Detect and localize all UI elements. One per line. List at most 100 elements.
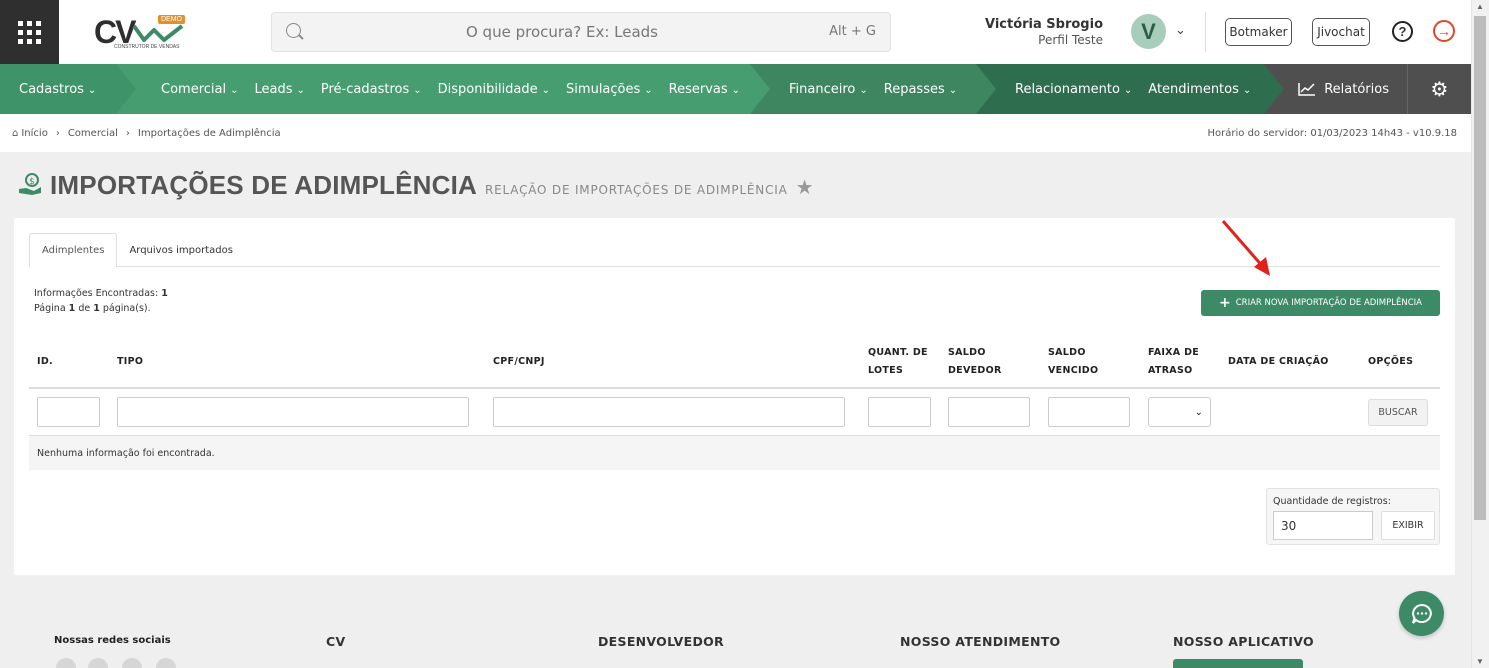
instagram-icon[interactable] xyxy=(88,658,108,668)
records-per-page-input[interactable] xyxy=(1273,511,1373,540)
breadcrumb-item-inicio[interactable]: Início xyxy=(21,128,47,139)
youtube-icon[interactable] xyxy=(156,658,176,668)
nav-item-disponibilidade[interactable]: Disponibilidade ⌄ xyxy=(430,82,558,97)
top-bar: CV DEMO CONSTRUTOR DE VENDAS Alt + G Vic… xyxy=(0,0,1471,64)
page-header: $ IMPORTAÇÕES DE ADIMPLÊNCIA RELAÇÃO DE … xyxy=(18,170,814,201)
records-per-page: Quantidade de registros: EXIBIR xyxy=(1266,488,1440,545)
app-download-button[interactable] xyxy=(1173,659,1303,668)
page-title: IMPORTAÇÕES DE ADIMPLÊNCIA xyxy=(50,170,477,200)
nav-label: Leads xyxy=(254,81,293,97)
footer-support-heading: NOSSO ATENDIMENTO xyxy=(900,634,1061,649)
server-time: Horário do servidor: 01/03/2023 14h43 - … xyxy=(1207,128,1457,139)
col-header-id: ID. xyxy=(37,356,53,367)
chevron-right-icon: › xyxy=(55,128,60,139)
chevron-down-icon: ⌄ xyxy=(644,84,653,96)
results-count: Informações Encontradas: 1 xyxy=(34,286,168,301)
col-header-faixa-atraso: FAIXA DE ATRASO xyxy=(1148,344,1199,380)
page-info-prefix: Página xyxy=(34,303,66,314)
nav-label: Relacionamento xyxy=(1015,81,1120,97)
nav-item-cadastros[interactable]: Cadastros ⌄ xyxy=(11,82,104,97)
gear-icon[interactable]: ⚙ xyxy=(1407,64,1471,114)
linkedin-icon[interactable] xyxy=(122,658,142,668)
nav-item-comercial[interactable]: Comercial ⌄ xyxy=(153,82,246,97)
filter-tipo-input[interactable] xyxy=(117,397,469,427)
nav-item-reservas[interactable]: Reservas ⌄ xyxy=(661,82,748,97)
chevron-down-icon: ⌄ xyxy=(1123,84,1133,96)
scroll-down-icon[interactable]: ▼ xyxy=(1476,657,1484,666)
results-count-value: 1 xyxy=(161,288,168,299)
footer-app-heading: NOSSO APLICATIVO xyxy=(1173,634,1314,649)
breadcrumb-item-comercial[interactable]: Comercial xyxy=(68,128,118,139)
create-import-label: CRIAR NOVA IMPORTAÇÃO DE ADIMPLÊNCIA xyxy=(1235,298,1422,308)
nav-item-atendimentos[interactable]: Atendimentos ⌄ xyxy=(1140,82,1259,97)
results-info: Informações Encontradas: 1 Página 1 de 1… xyxy=(34,286,168,316)
nav-separator xyxy=(750,64,770,114)
chevron-down-icon: ⌄ xyxy=(731,84,741,96)
nav-group-financeiro: Financeiro ⌄ Repasses ⌄ xyxy=(750,64,996,114)
page-info-suffix: página(s). xyxy=(102,303,151,314)
create-import-button[interactable]: + CRIAR NOVA IMPORTAÇÃO DE ADIMPLÊNCIA xyxy=(1201,290,1440,316)
chevron-down-icon: ⌄ xyxy=(296,84,305,96)
botmaker-button[interactable]: Botmaker xyxy=(1225,18,1292,46)
breadcrumb: ⌂ Início › Comercial › Importações de Ad… xyxy=(12,128,281,139)
page-subtitle: RELAÇÃO DE IMPORTAÇÕES DE ADIMPLÊNCIA xyxy=(485,183,788,197)
jivochat-button[interactable]: Jivochat xyxy=(1312,18,1370,46)
nav-item-financeiro[interactable]: Financeiro ⌄ xyxy=(781,82,876,97)
filter-saldo-devedor-input[interactable] xyxy=(948,397,1030,427)
home-icon: ⌂ xyxy=(12,128,19,139)
show-button[interactable]: EXIBIR xyxy=(1381,511,1435,540)
results-count-label: Informações Encontradas: xyxy=(34,288,159,299)
col-header-line: VENCIDO xyxy=(1048,365,1099,376)
col-header-saldo-devedor: SALDO DEVEDOR xyxy=(948,344,1002,380)
chevron-down-icon: ⌄ xyxy=(413,84,422,96)
chevron-down-icon: ⌄ xyxy=(230,84,239,96)
help-icon[interactable]: ? xyxy=(1392,21,1413,42)
page-total: 1 xyxy=(93,303,100,314)
scrollbar-thumb[interactable] xyxy=(1474,16,1486,520)
breadcrumb-item-current: Importações de Adimplência xyxy=(137,128,281,139)
star-icon[interactable]: ★ xyxy=(796,175,814,200)
search-input[interactable] xyxy=(312,21,812,43)
nav-item-pre-cadastros[interactable]: Pré-cadastros ⌄ xyxy=(313,82,430,97)
chart-line-icon xyxy=(1298,83,1316,96)
filter-saldo-vencido-input[interactable] xyxy=(1048,397,1130,427)
nav-item-relacionamento[interactable]: Relacionamento ⌄ xyxy=(1007,82,1140,97)
filter-faixa-select[interactable]: ⌄ xyxy=(1148,397,1211,427)
chat-bubble-icon xyxy=(1411,603,1432,624)
nav-reports-area: Relatórios ⚙ xyxy=(1264,64,1471,114)
tab-adimplentes[interactable]: Adimplentes xyxy=(29,233,118,267)
nav-label: Reservas xyxy=(668,81,728,97)
col-header-saldo-vencido: SALDO VENCIDO xyxy=(1048,344,1098,380)
nav-item-leads[interactable]: Leads ⌄ xyxy=(246,82,312,97)
user-name[interactable]: Victória Sbrogio xyxy=(985,17,1103,32)
avatar[interactable]: V xyxy=(1131,14,1166,49)
filter-id-input[interactable] xyxy=(37,397,100,427)
chat-button[interactable] xyxy=(1399,591,1444,636)
footer-social-heading: Nossas redes sociais xyxy=(54,635,171,646)
filter-cpf-input[interactable] xyxy=(493,397,845,427)
annotation-arrow-icon xyxy=(1221,220,1270,276)
facebook-icon[interactable] xyxy=(56,658,76,668)
nav-item-relatorios[interactable]: Relatórios xyxy=(1264,82,1407,97)
chevron-down-icon: ⌄ xyxy=(87,84,97,96)
scrollbar[interactable]: ▲ ▼ xyxy=(1471,0,1489,668)
col-header-cpf: CPF/CNPJ xyxy=(493,356,545,367)
tab-arquivos-importados[interactable]: Arquivos importados xyxy=(117,233,245,267)
filter-quant-input[interactable] xyxy=(868,397,931,427)
breadcrumb-bar: ⌂ Início › Comercial › Importações de Ad… xyxy=(0,114,1471,152)
page-info: Página 1 de 1 página(s). xyxy=(34,301,168,316)
col-header-line: ATRASO xyxy=(1148,365,1193,376)
global-search[interactable]: Alt + G xyxy=(271,12,891,52)
logo[interactable]: CV DEMO CONSTRUTOR DE VENDAS xyxy=(92,12,187,54)
nav-item-simulacoes[interactable]: Simulações ⌄ xyxy=(558,82,661,97)
scroll-up-icon[interactable]: ▲ xyxy=(1476,2,1484,11)
col-header-tipo: TIPO xyxy=(117,356,144,367)
nav-separator xyxy=(116,64,136,114)
apps-menu-button[interactable] xyxy=(0,0,59,64)
footer-dev-heading: DESENVOLVEDOR xyxy=(598,634,724,649)
search-button[interactable]: BUSCAR xyxy=(1368,399,1428,426)
nav-item-repasses[interactable]: Repasses ⌄ xyxy=(876,82,965,97)
logout-icon[interactable]: → xyxy=(1433,20,1455,42)
chevron-down-icon: ⌄ xyxy=(948,84,958,96)
chevron-down-icon[interactable]: ⌄ xyxy=(1175,22,1186,38)
